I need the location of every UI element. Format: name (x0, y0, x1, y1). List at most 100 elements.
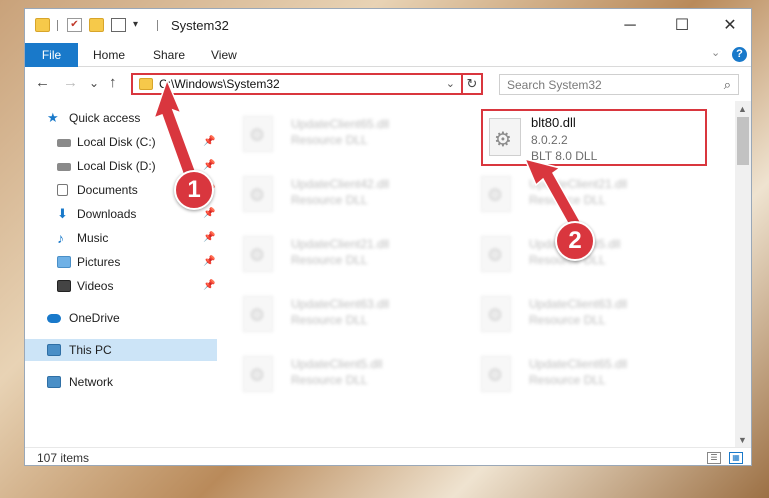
separator (157, 20, 158, 31)
sidebar-item-label: Music (77, 231, 109, 245)
status-bar: 107 items ☰ ▦ (25, 447, 751, 465)
tab-home[interactable]: Home (93, 43, 125, 67)
maximize-button[interactable]: ☐ (663, 13, 701, 39)
sidebar-item-music[interactable]: ♪ Music 📌 (25, 227, 217, 249)
sidebar-item-onedrive[interactable]: OneDrive (25, 307, 217, 329)
dll-file-icon: ⚙ (243, 356, 273, 392)
address-dropdown-icon[interactable]: ⌄ (446, 75, 455, 93)
list-item[interactable]: ⚙ UpdateClient63.dll Resource DLL (229, 291, 449, 337)
list-item[interactable]: ⚙ UpdateClient65.dll Resource DLL (467, 351, 687, 397)
address-bar[interactable]: C:\Windows\System32 ⌄ (131, 73, 483, 95)
dll-file-icon: ⚙ (243, 236, 273, 272)
highlighted-file-item[interactable]: ⚙ blt80.dll 8.0.2.2 BLT 8.0 DLL (481, 109, 707, 166)
forward-button[interactable]: → (63, 74, 78, 91)
list-item[interactable]: ⚙ UpdateClient5.dll Resource DLL (229, 351, 449, 397)
refresh-button[interactable]: ↻ (461, 73, 483, 95)
documents-icon (57, 184, 68, 196)
title-bar: ✔ ▾ System32 ─ ☐ ✕ (25, 9, 751, 43)
list-item[interactable]: ⚙ UpdateClient63.dll Resource DLL (467, 291, 687, 337)
list-item[interactable]: ⚙ UpdateClient21.dll Resource DLL (229, 231, 449, 277)
properties-icon[interactable]: ✔ (67, 18, 82, 32)
quick-access-dropdown-icon[interactable]: ▾ (133, 18, 148, 32)
dll-file-icon: ⚙ (489, 118, 521, 156)
sidebar-item-label: Local Disk (C:) (77, 135, 156, 149)
file-description: Resource DLL (291, 253, 368, 267)
recent-locations-button[interactable]: ⌄ (89, 76, 99, 90)
pin-icon[interactable]: 📌 (203, 131, 215, 153)
expand-ribbon-icon[interactable]: ⌄ (711, 46, 720, 59)
navigation-bar: ← → ⌄ ↑ C:\Windows\System32 ⌄ ↻ Search S… (25, 67, 751, 101)
new-folder-icon[interactable] (89, 18, 104, 32)
sidebar-item-label: Local Disk (D:) (77, 159, 156, 173)
computer-icon (47, 344, 61, 356)
window-title: System32 (171, 18, 229, 33)
navigation-pane: ★ Quick access Local Disk (C:) 📌 Local D… (25, 107, 217, 447)
sidebar-item-label: Downloads (77, 207, 137, 221)
pictures-icon (57, 256, 71, 268)
scroll-up-icon[interactable]: ▲ (738, 104, 747, 114)
tab-file[interactable]: File (25, 43, 78, 67)
file-name: UpdateClient65.dll (529, 357, 628, 371)
vertical-scrollbar[interactable]: ▲ ▼ (735, 101, 751, 447)
separator (57, 20, 58, 31)
file-name: blt80.dll (531, 115, 576, 130)
file-name: UpdateClient63.dll (291, 297, 390, 311)
sidebar-item-label: Network (69, 375, 114, 389)
back-button[interactable]: ← (35, 74, 50, 91)
ribbon: File Home Share View ⌄ ? (25, 43, 751, 67)
gear-icon: ⚙ (494, 129, 512, 151)
tab-share[interactable]: Share (153, 43, 185, 67)
downloads-icon: ⬇ (57, 206, 68, 221)
step-2-badge: 2 (555, 221, 595, 261)
file-description: Resource DLL (291, 373, 368, 387)
file-description: BLT 8.0 DLL (531, 149, 598, 163)
search-icon[interactable]: ⌕ (724, 77, 731, 93)
file-description: Resource DLL (291, 133, 368, 147)
dll-file-icon: ⚙ (243, 116, 273, 152)
file-name: UpdateClient65.dll (291, 117, 390, 131)
address-path[interactable]: C:\Windows\System32 (159, 77, 280, 91)
quick-access-customize-icon[interactable] (111, 18, 126, 32)
file-description: Resource DLL (529, 313, 606, 327)
file-description: Resource DLL (291, 193, 368, 207)
file-description: Resource DLL (529, 193, 606, 207)
scrollbar-thumb[interactable] (737, 117, 749, 165)
pin-icon[interactable]: 📌 (203, 227, 215, 249)
sidebar-item-videos[interactable]: Videos 📌 (25, 275, 217, 297)
network-icon (47, 376, 61, 388)
large-icons-view-icon[interactable]: ▦ (729, 452, 743, 464)
folder-icon (35, 18, 50, 32)
dll-file-icon: ⚙ (481, 236, 511, 272)
close-button[interactable]: ✕ (711, 13, 749, 39)
sidebar-item-pictures[interactable]: Pictures 📌 (25, 251, 217, 273)
dll-file-icon: ⚙ (481, 296, 511, 332)
sidebar-item-quick-access[interactable]: ★ Quick access (25, 107, 217, 129)
list-item[interactable]: ⚙ UpdateClient65.dll Resource DLL (229, 111, 449, 157)
pin-icon[interactable]: 📌 (203, 275, 215, 297)
onedrive-icon (47, 314, 61, 323)
dll-file-icon: ⚙ (481, 356, 511, 392)
drive-icon (57, 163, 71, 171)
list-item[interactable]: ⚙ UpdateClient21.dll Resource DLL (467, 171, 687, 217)
sidebar-item-label: Pictures (77, 255, 121, 269)
sidebar-item-label: Quick access (69, 111, 141, 125)
step-1-badge: 1 (174, 170, 214, 210)
minimize-button[interactable]: ─ (611, 13, 649, 39)
search-placeholder: Search System32 (507, 78, 602, 92)
search-input[interactable]: Search System32 ⌕ (499, 74, 739, 95)
dll-file-icon: ⚙ (243, 176, 273, 212)
star-icon: ★ (47, 110, 59, 125)
scroll-down-icon[interactable]: ▼ (738, 435, 747, 445)
file-description: Resource DLL (291, 313, 368, 327)
sidebar-item-local-disk-c[interactable]: Local Disk (C:) 📌 (25, 131, 217, 153)
up-button[interactable]: ↑ (109, 74, 117, 91)
file-name: UpdateClient21.dll (529, 177, 628, 191)
details-view-icon[interactable]: ☰ (707, 452, 721, 464)
help-icon[interactable]: ? (732, 47, 747, 62)
tab-view[interactable]: View (211, 43, 237, 67)
list-item[interactable]: ⚙ UpdateClient42.dll Resource DLL (229, 171, 449, 217)
file-name: UpdateClient21.dll (291, 237, 390, 251)
sidebar-item-network[interactable]: Network (25, 371, 217, 393)
sidebar-item-this-pc[interactable]: This PC (25, 339, 217, 361)
pin-icon[interactable]: 📌 (203, 251, 215, 273)
